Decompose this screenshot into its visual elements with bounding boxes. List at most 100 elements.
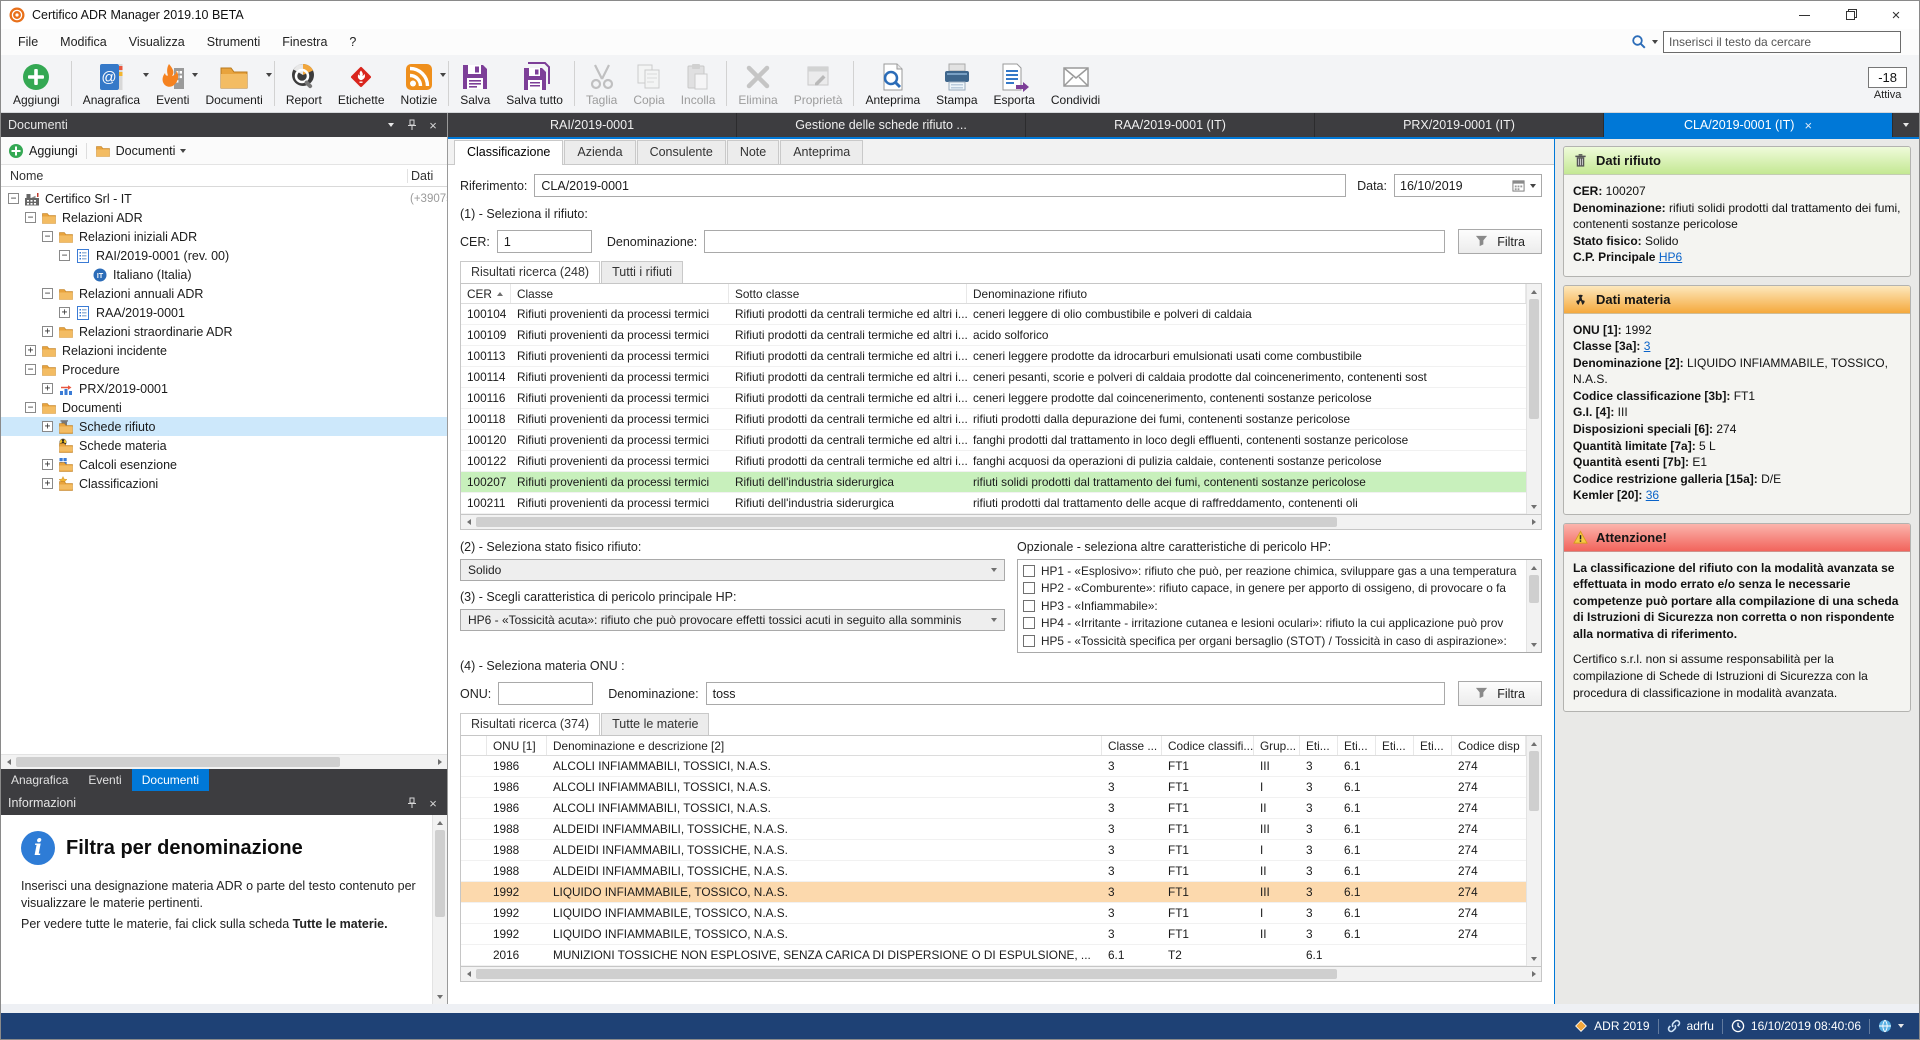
table-row[interactable]: 1986ALCOLI INFIAMMABILI, TOSSICI, N.A.S.… xyxy=(461,798,1526,819)
tree-expand-icon[interactable]: − xyxy=(25,212,36,223)
checkbox-icon[interactable] xyxy=(1023,617,1035,629)
riferimento-input[interactable]: CLA/2019-0001 xyxy=(534,174,1346,197)
column-header-eti[interactable]: Eti... xyxy=(1414,736,1452,755)
column-header-classe[interactable]: Classe xyxy=(511,284,729,303)
tree-item-rai-2019-0001-rev-00[interactable]: −RAI/2019-0001 (rev. 00) xyxy=(1,246,447,265)
onu-input[interactable] xyxy=(498,682,593,705)
menu-item-strumenti[interactable]: Strumenti xyxy=(196,31,272,53)
menu-item-file[interactable]: File xyxy=(7,31,49,53)
column-header-codice-classifi[interactable]: Codice classifi... xyxy=(1162,736,1254,755)
tree-item-italiano-italia[interactable]: ITItaliano (Italia) xyxy=(1,265,447,284)
tree-item-certifico-srl-it[interactable]: −Certifico Srl - IT(+3907559 xyxy=(1,189,447,208)
sub-tab-azienda[interactable]: Azienda xyxy=(564,140,635,164)
date-dropdown-icon[interactable] xyxy=(1530,184,1536,188)
doc-tab-rai-2019-0001[interactable]: RAI/2019-0001 xyxy=(448,113,737,137)
filtra2-button[interactable]: Filtra xyxy=(1458,681,1542,706)
chevron-down-icon[interactable] xyxy=(1898,1024,1904,1028)
close-panel-icon[interactable]: × xyxy=(426,796,440,810)
table-row[interactable]: 1988ALDEIDI INFIAMMABILI, TOSSICHE, N.A.… xyxy=(461,840,1526,861)
panel-dropdown-icon[interactable] xyxy=(384,118,398,132)
restore-button[interactable] xyxy=(1827,1,1873,29)
checkbox-icon[interactable] xyxy=(1023,582,1035,594)
chevron-down-icon[interactable] xyxy=(440,73,446,77)
hp-option-4[interactable]: HP4 - «Irritante - irritazione cutanea e… xyxy=(1018,615,1526,633)
pin-icon[interactable] xyxy=(405,118,419,132)
close-button[interactable]: × xyxy=(1873,1,1919,29)
hp-option-2[interactable]: HP2 - «Comburente»: rifiuto capace, in g… xyxy=(1018,580,1526,598)
column-nome[interactable]: Nome xyxy=(1,169,407,183)
checkbox-icon[interactable] xyxy=(1023,600,1035,612)
doc-tab-raa-2019-0001-it[interactable]: RAA/2019-0001 (IT) xyxy=(1026,113,1315,137)
column-header-eti[interactable]: Eti... xyxy=(1338,736,1376,755)
stato-fisico-select[interactable]: Solido xyxy=(460,559,1005,581)
tool-etichette[interactable]: Etichette xyxy=(330,56,393,111)
table-row[interactable]: 1988ALDEIDI INFIAMMABILI, TOSSICHE, N.A.… xyxy=(461,819,1526,840)
table-row[interactable]: 100120Rifiuti provenienti da processi te… xyxy=(461,430,1526,451)
hp-option-5[interactable]: HP5 - «Tossicità specifica per organi be… xyxy=(1018,632,1526,650)
tool-anteprima[interactable]: Anteprima xyxy=(857,56,928,111)
denominazione-input[interactable] xyxy=(704,230,1445,253)
sub-tab-classificazione[interactable]: Classificazione xyxy=(454,140,563,165)
status-item-globe-icon[interactable] xyxy=(1870,1013,1912,1039)
column-header-eti[interactable]: Eti... xyxy=(1376,736,1414,755)
materia-table-vscrollbar[interactable] xyxy=(1526,736,1541,966)
tree-item-relazioni-iniziali-adr[interactable]: −Relazioni iniziali ADR xyxy=(1,227,447,246)
column-header-blank[interactable] xyxy=(461,736,487,755)
menu-item-[interactable]: ? xyxy=(338,31,367,53)
data-link[interactable]: 36 xyxy=(1646,488,1659,502)
left-tab-anagrafica[interactable]: Anagrafica xyxy=(1,769,78,791)
info-vertical-scrollbar[interactable] xyxy=(432,815,447,1004)
denominazione2-input[interactable]: toss xyxy=(706,682,1446,705)
materia-tab-tutte-le-materie[interactable]: Tutte le materie xyxy=(601,713,709,735)
column-header-codice-disp[interactable]: Codice disp xyxy=(1452,736,1526,755)
tool-anagrafica[interactable]: @Anagrafica xyxy=(75,56,148,111)
column-header-classe[interactable]: Classe ... xyxy=(1102,736,1162,755)
table-row[interactable]: 100109Rifiuti provenienti da processi te… xyxy=(461,325,1526,346)
column-header-grup[interactable]: Grup... xyxy=(1254,736,1300,755)
tree-expand-icon[interactable]: − xyxy=(59,250,70,261)
table-row[interactable]: 1986ALCOLI INFIAMMABILI, TOSSICI, N.A.S.… xyxy=(461,777,1526,798)
date-input[interactable]: 16/10/2019 xyxy=(1394,174,1542,197)
table-row[interactable]: 1986ALCOLI INFIAMMABILI, TOSSICI, N.A.S.… xyxy=(461,756,1526,777)
tree-expand-icon[interactable]: − xyxy=(42,288,53,299)
tool-salva-tutto[interactable]: Salva tutto xyxy=(498,56,571,111)
tree-item-schede-rifiuto[interactable]: +Schede rifiuto xyxy=(1,417,447,436)
panel-add-button[interactable]: Aggiungi xyxy=(29,144,78,158)
doc-tab-cla-2019-0001-it[interactable]: CLA/2019-0001 (IT)× xyxy=(1604,113,1893,137)
tree-item-documenti[interactable]: −Documenti xyxy=(1,398,447,417)
status-item-adrfu[interactable]: adrfu xyxy=(1659,1013,1722,1039)
doc-tab-prx-2019-0001-it[interactable]: PRX/2019-0001 (IT) xyxy=(1315,113,1604,137)
column-dati[interactable]: Dati xyxy=(407,169,447,183)
tree-item-schede-materia[interactable]: Schede materia xyxy=(1,436,447,455)
column-header-cer[interactable]: CER xyxy=(461,284,511,303)
tree-expand-icon[interactable]: + xyxy=(59,307,70,318)
tree-expand-icon[interactable]: − xyxy=(25,402,36,413)
table-row[interactable]: 100104Rifiuti provenienti da processi te… xyxy=(461,304,1526,325)
pin-icon[interactable] xyxy=(405,796,419,810)
waste-table-hscrollbar[interactable] xyxy=(460,515,1542,530)
status-item-16-10-2019-08-40-06[interactable]: 16/10/2019 08:40:06 xyxy=(1723,1013,1869,1039)
data-link[interactable]: 3 xyxy=(1644,339,1651,353)
tree-expand-icon[interactable]: + xyxy=(42,459,53,470)
cer-input[interactable]: 1 xyxy=(497,230,592,253)
tool-condividi[interactable]: Condividi xyxy=(1043,56,1108,111)
status-item-adr-2019[interactable]: ADR 2019 xyxy=(1566,1013,1657,1039)
tree-expand-icon[interactable]: + xyxy=(25,345,36,356)
column-header-onu-1[interactable]: ONU [1] xyxy=(487,736,547,755)
checkbox-icon[interactable] xyxy=(1023,635,1035,647)
waste-tab-tutti-i-rifiuti[interactable]: Tutti i rifiuti xyxy=(601,261,683,283)
column-header-denominazione-e-descrizione-2[interactable]: Denominazione e descrizione [2] xyxy=(547,736,1102,755)
table-row[interactable]: 100207Rifiuti provenienti da processi te… xyxy=(461,472,1526,493)
column-header-denominazione-rifiuto[interactable]: Denominazione rifiuto xyxy=(967,284,1526,303)
minimize-button[interactable] xyxy=(1781,1,1827,29)
tree-item-classificazioni[interactable]: +Classificazioni xyxy=(1,474,447,493)
close-panel-icon[interactable]: × xyxy=(426,118,440,132)
tab-overflow-icon[interactable] xyxy=(1893,113,1919,137)
tool-stampa[interactable]: Stampa xyxy=(928,56,985,111)
chevron-down-icon[interactable] xyxy=(266,73,272,77)
close-tab-icon[interactable]: × xyxy=(1804,118,1812,133)
column-header-eti[interactable]: Eti... xyxy=(1300,736,1338,755)
hp-option-3[interactable]: HP3 - «Infiammabile»: xyxy=(1018,597,1526,615)
tree-expand-icon[interactable]: + xyxy=(42,478,53,489)
tree-expand-icon[interactable]: − xyxy=(42,231,53,242)
